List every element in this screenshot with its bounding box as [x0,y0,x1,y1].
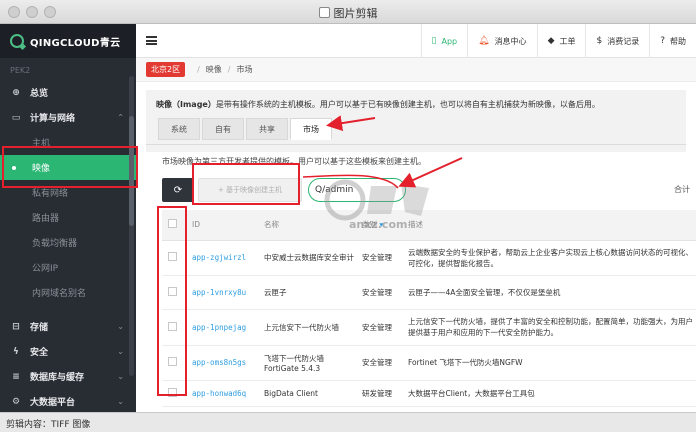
annotation-arrow-search [398,157,463,188]
annotation-arrow-market-tab [326,115,376,132]
annotation-arrows [302,115,463,189]
status-bar: 剪辑内容：TIFF 图像 [0,412,696,432]
annotation-curve [302,174,399,189]
